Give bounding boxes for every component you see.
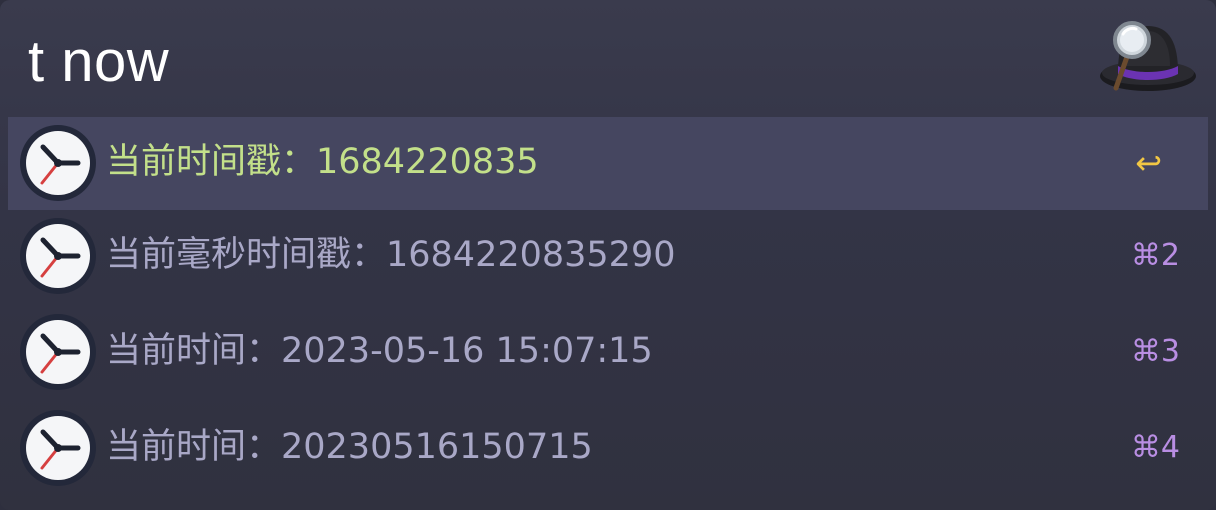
alfred-hat-logo-icon (1100, 21, 1196, 91)
search-bar[interactable]: t now (0, 0, 1216, 118)
result-title: 当前时间戳：1684220835 (106, 142, 539, 182)
return-key-icon: ↩ (1135, 144, 1162, 182)
result-title: 当前时间：2023-05-16 15:07:15 (106, 331, 653, 371)
shortcut-hint: ⌘2 (1130, 238, 1180, 273)
result-list: 当前时间戳：1684220835 ↩ 当前毫秒时间戳：1684220835290… (8, 117, 1208, 498)
result-title: 当前毫秒时间戳：1684220835290 (106, 235, 676, 275)
result-item-compact-datetime[interactable]: 当前时间：20230516150715 ⌘4 (8, 402, 1208, 498)
result-title: 当前时间：20230516150715 (106, 427, 593, 467)
result-item-timestamp[interactable]: 当前时间戳：1684220835 ↩ (8, 117, 1208, 210)
result-item-datetime[interactable]: 当前时间：2023-05-16 15:07:15 ⌘3 (8, 306, 1208, 402)
launcher-window: t now 当前时间戳：1684220835 ↩ 当前毫秒时间戳：1684220… (0, 0, 1216, 510)
shortcut-hint: ⌘3 (1130, 334, 1180, 369)
search-query[interactable]: t now (28, 24, 169, 100)
clock-icon (20, 218, 96, 294)
result-item-millisecond-timestamp[interactable]: 当前毫秒时间戳：1684220835290 ⌘2 (8, 210, 1208, 306)
shortcut-hint: ⌘4 (1130, 430, 1180, 465)
clock-icon (20, 410, 96, 486)
clock-icon (20, 125, 96, 201)
clock-icon (20, 314, 96, 390)
